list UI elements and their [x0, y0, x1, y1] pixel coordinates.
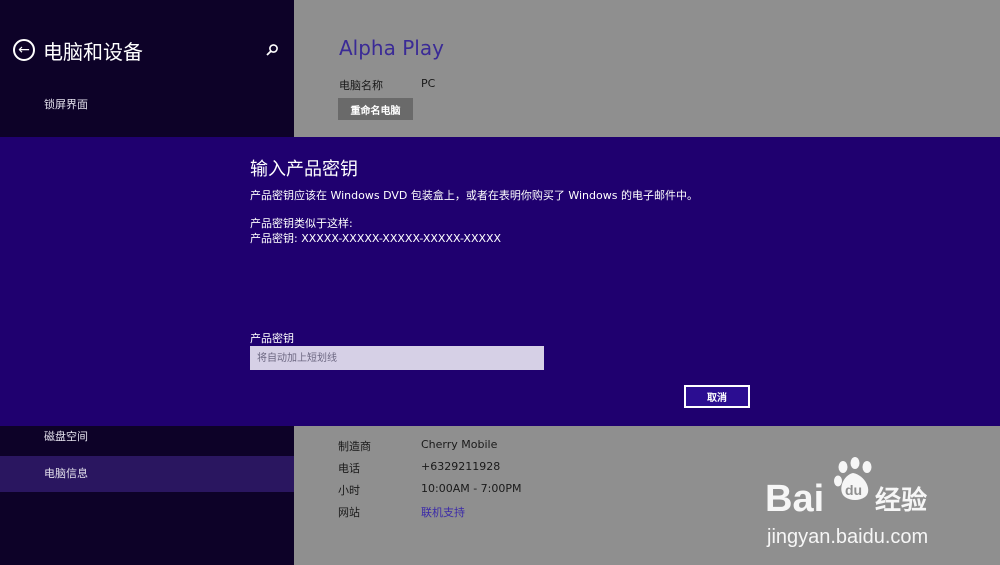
support-label-manufacturer: 制造商: [338, 440, 371, 453]
nav-item-pc-info[interactable]: 电脑信息: [0, 456, 294, 492]
svg-text:jingyan.baidu.com: jingyan.baidu.com: [766, 526, 928, 548]
support-value-manufacturer: Cherry Mobile: [421, 438, 498, 451]
nav-title: 电脑和设备: [43, 40, 143, 64]
cancel-button[interactable]: 取消: [684, 385, 750, 408]
page-title: Alpha Play: [339, 36, 444, 60]
svg-text:Bai: Bai: [765, 478, 824, 520]
product-key-input[interactable]: [250, 346, 544, 370]
key-example-line-2: 产品密钥: XXXXX-XXXXX-XXXXX-XXXXX-XXXXX: [250, 232, 502, 245]
nav-item-lock-screen[interactable]: 锁屏界面: [0, 87, 294, 123]
pc-name-label: 电脑名称: [339, 79, 383, 92]
search-icon[interactable]: [265, 43, 279, 57]
svg-text:经验: 经验: [875, 485, 927, 516]
support-value-phone: +6329211928: [421, 460, 501, 473]
support-value-hours: 10:00AM - 7:00PM: [421, 482, 522, 495]
key-format-example: 产品密钥类似于这样: 产品密钥: XXXXX-XXXXX-XXXXX-XXXXX…: [250, 216, 501, 246]
product-key-dialog: 输入产品密钥 产品密钥应该在 Windows DVD 包装盒上，或者在表明你购买…: [0, 137, 1000, 426]
svg-text:du: du: [845, 482, 862, 498]
key-example-line-1: 产品密钥类似于这样:: [250, 217, 353, 230]
dialog-description: 产品密钥应该在 Windows DVD 包装盒上，或者在表明你购买了 Windo…: [250, 189, 698, 202]
back-arrow-icon[interactable]: ←: [13, 39, 35, 61]
rename-pc-button[interactable]: 重命名电脑: [338, 98, 413, 120]
baidu-jingyan-watermark: Bai 经验 jingyan.baidu.com du: [765, 457, 928, 548]
support-label-website: 网站: [338, 506, 360, 519]
pc-name-value: PC: [421, 77, 436, 90]
dialog-title: 输入产品密钥: [250, 159, 358, 180]
product-key-label: 产品密钥: [250, 332, 294, 345]
support-label-hours: 小时: [338, 484, 360, 497]
support-label-phone: 电话: [338, 462, 360, 475]
online-support-link[interactable]: 联机支持: [421, 504, 465, 520]
